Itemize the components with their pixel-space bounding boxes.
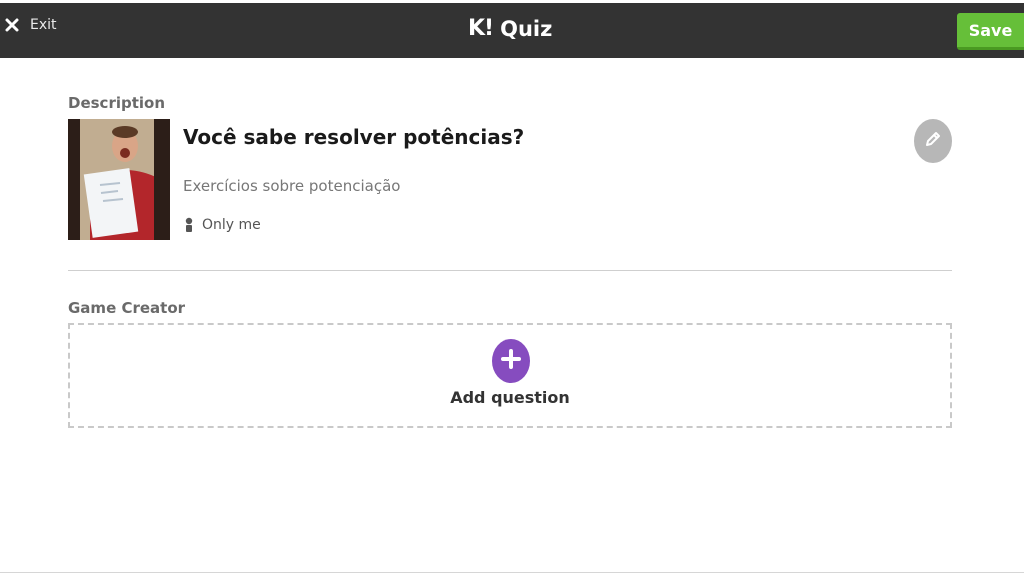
exit-label: Exit <box>30 17 57 33</box>
plus-icon <box>500 348 522 374</box>
section-divider <box>68 270 952 271</box>
person-icon <box>183 217 195 233</box>
kahoot-logo: K! <box>468 16 494 41</box>
description-heading: Description <box>68 94 166 112</box>
save-button[interactable]: Save <box>957 13 1024 50</box>
pencil-icon <box>923 129 943 153</box>
page-title: Quiz <box>500 16 553 41</box>
add-question-button[interactable] <box>492 339 530 383</box>
quiz-description: Exercícios sobre potenciação <box>183 177 401 195</box>
visibility-status: Only me <box>183 217 261 233</box>
edit-description-button[interactable] <box>914 119 952 163</box>
cover-image[interactable] <box>68 119 170 240</box>
visibility-label: Only me <box>202 217 261 233</box>
close-icon <box>4 17 20 33</box>
top-bar: Exit K! Quiz Save <box>0 0 1024 58</box>
brand: K! Quiz <box>468 16 552 41</box>
bottom-border <box>0 572 1024 573</box>
game-creator-heading: Game Creator <box>68 299 186 317</box>
add-question-label: Add question <box>450 388 570 407</box>
quiz-title: Você sabe resolver potências? <box>183 125 525 149</box>
exit-button[interactable]: Exit <box>4 17 57 33</box>
add-question-area[interactable]: Add question <box>68 323 952 428</box>
